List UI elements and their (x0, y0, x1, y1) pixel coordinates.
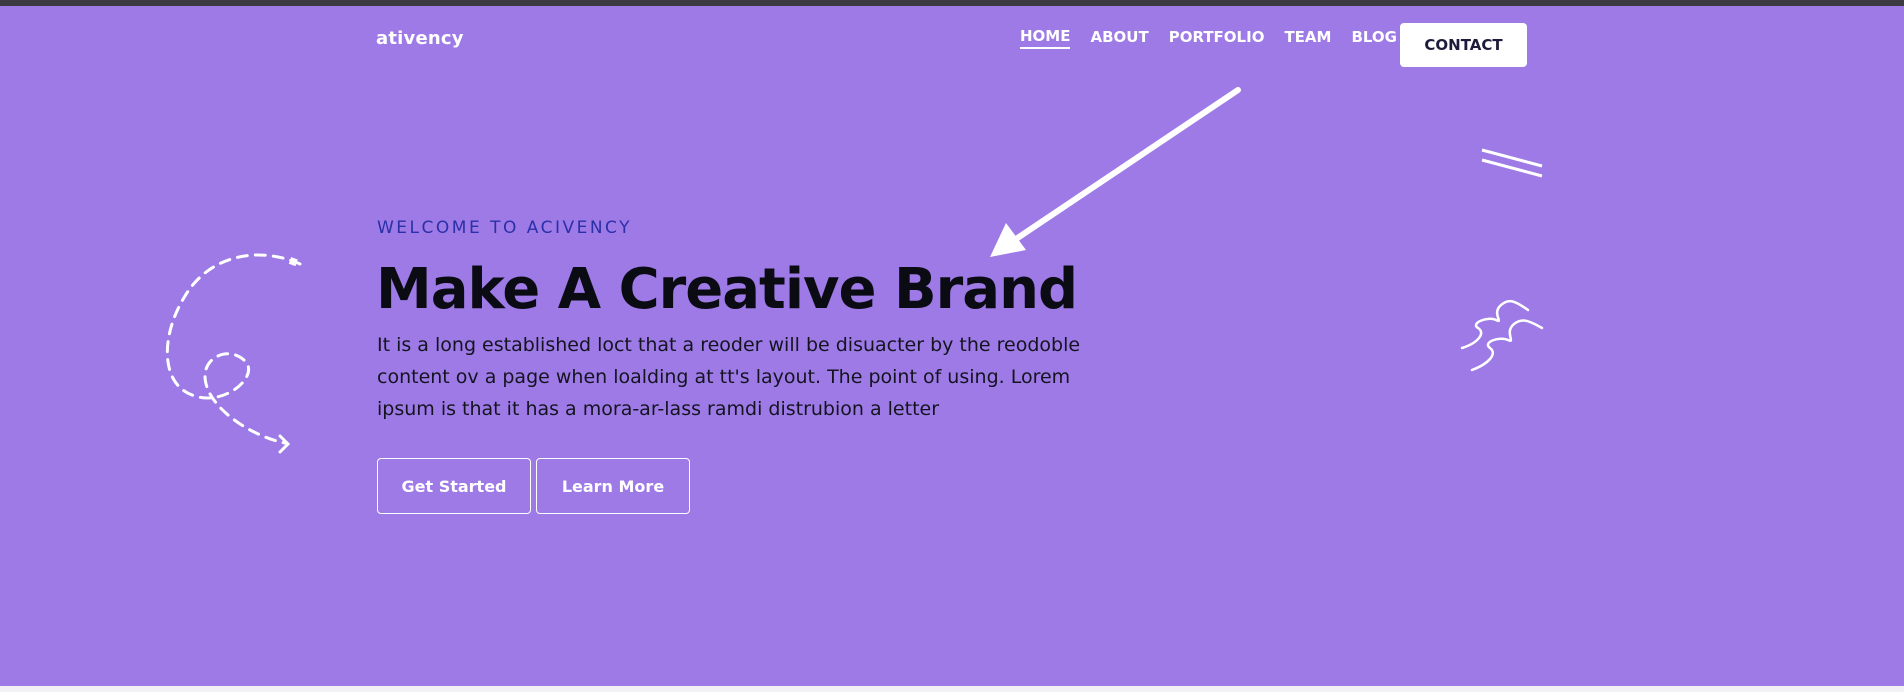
main-nav: HOME ABOUT PORTFOLIO TEAM BLOG (1020, 27, 1417, 49)
double-line-icon (1481, 148, 1543, 178)
dashed-swirl-icon (165, 253, 302, 454)
learn-more-button[interactable]: Learn More (536, 458, 690, 514)
nav-item-portfolio[interactable]: PORTFOLIO (1169, 28, 1265, 48)
hero-section: ativency HOME ABOUT PORTFOLIO TEAM BLOG … (0, 6, 1904, 686)
nav-item-blog[interactable]: BLOG (1351, 28, 1397, 48)
nav-item-team[interactable]: TEAM (1284, 28, 1331, 48)
annotation-arrow-icon (990, 87, 1241, 257)
brand-logo[interactable]: ativency (376, 28, 464, 49)
nav-item-about[interactable]: ABOUT (1090, 28, 1148, 48)
hero-cta-group: Get Started Learn More (377, 458, 690, 514)
squiggle-icon (1460, 299, 1544, 372)
hero-title: Make A Creative Brand (376, 257, 1078, 322)
nav-item-home[interactable]: HOME (1020, 27, 1071, 49)
hero-eyebrow: WELCOME TO ACIVENCY (377, 218, 633, 238)
page-bottom-strip (0, 686, 1904, 692)
contact-button[interactable]: CONTACT (1400, 23, 1527, 67)
get-started-button[interactable]: Get Started (377, 458, 531, 514)
hero-description: It is a long established loct that a reo… (377, 334, 1081, 420)
